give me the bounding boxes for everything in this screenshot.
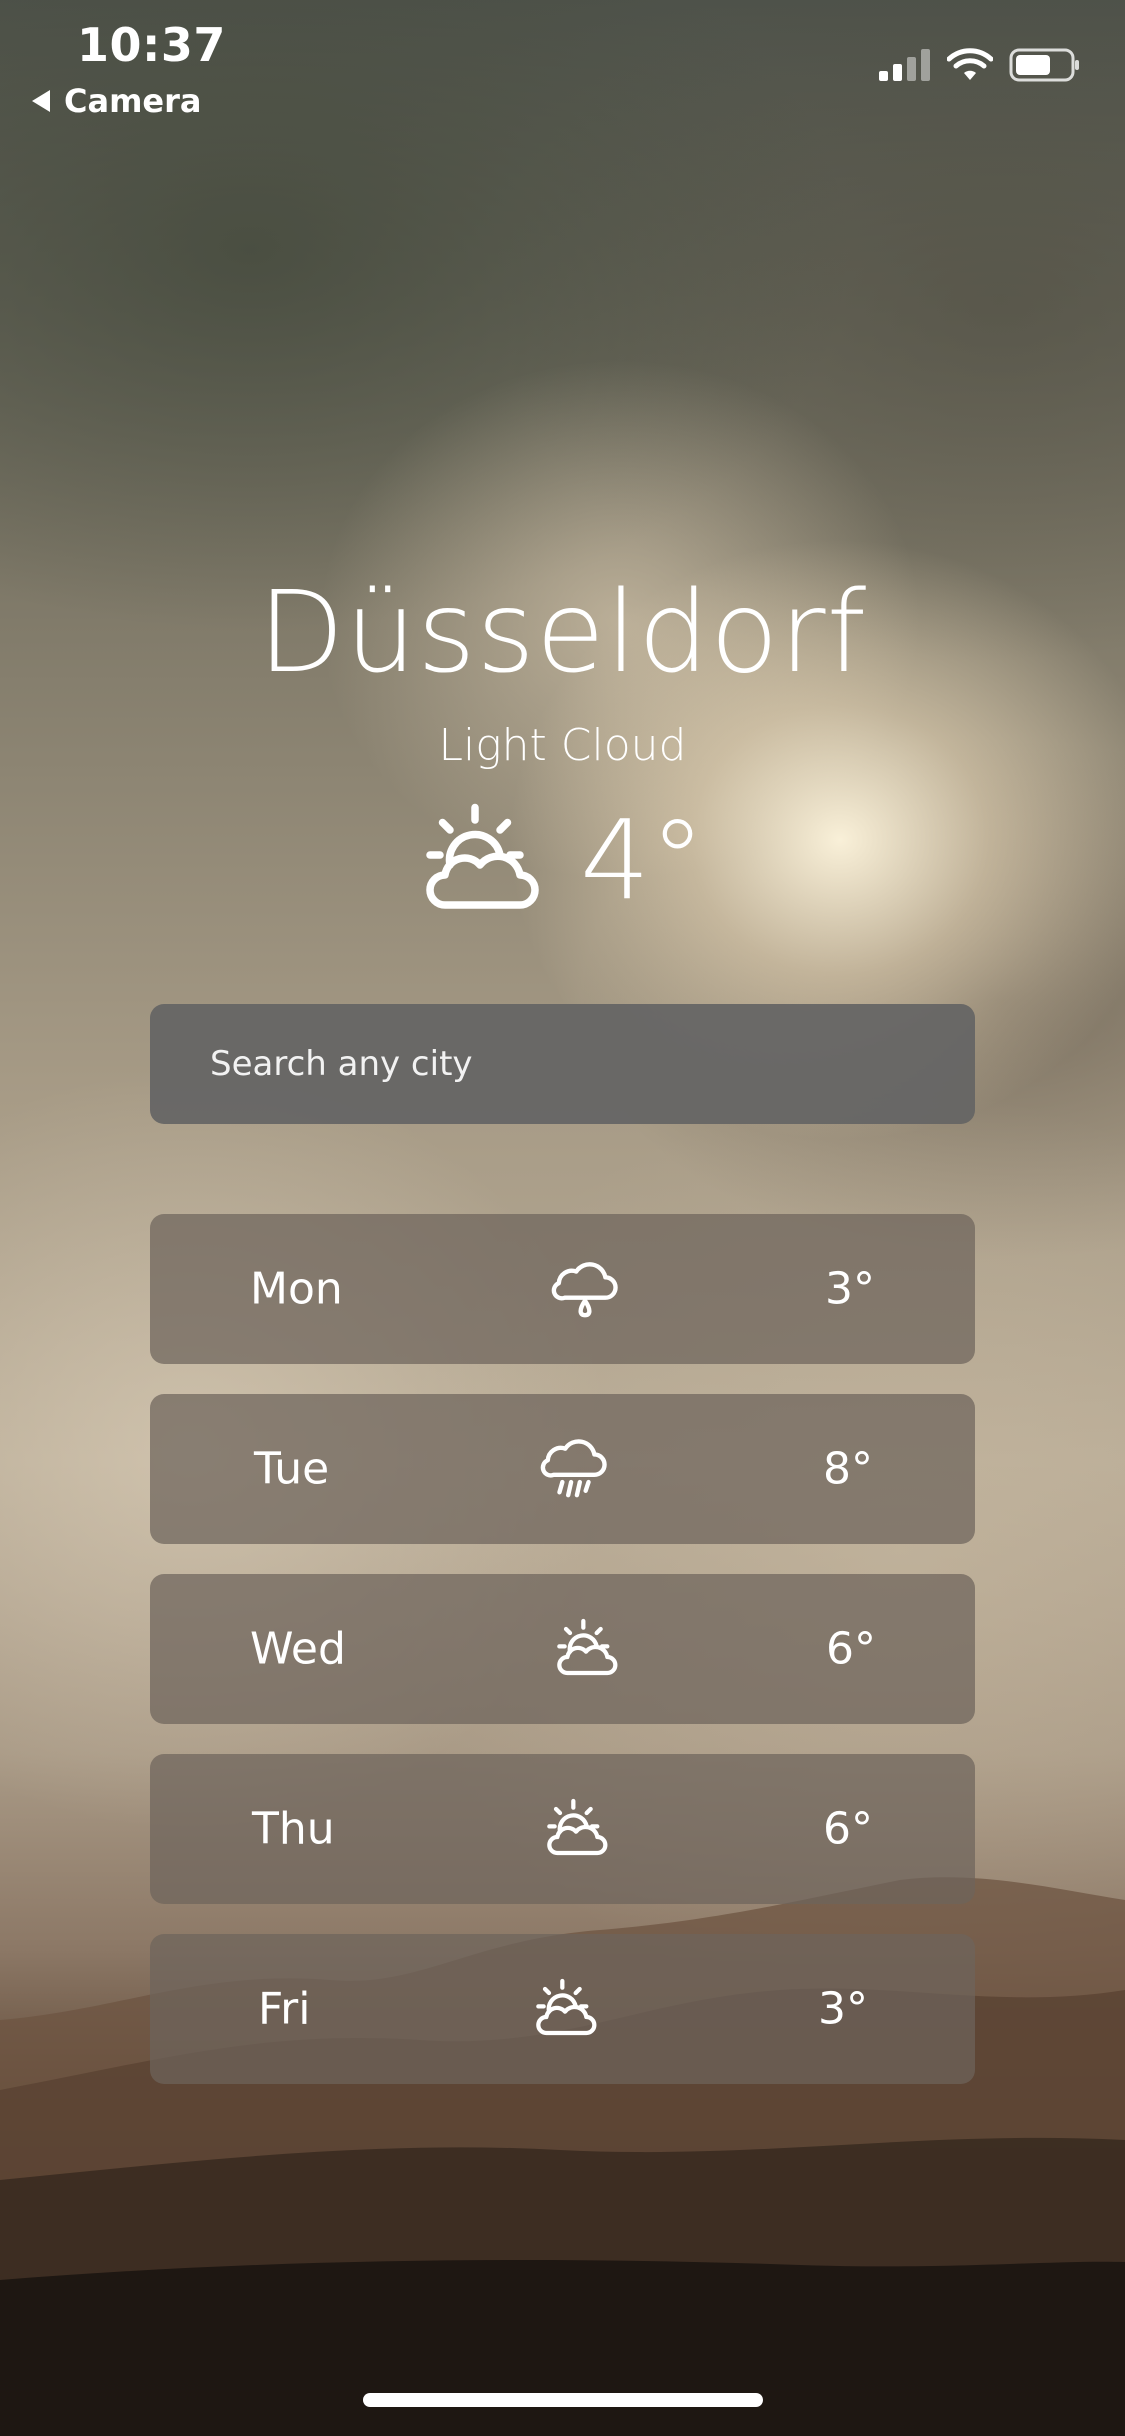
forecast-day: Thu: [252, 1803, 335, 1855]
current-temperature: 4°: [580, 796, 705, 924]
forecast-day: Tue: [254, 1443, 330, 1495]
forecast-day: Mon: [250, 1263, 343, 1315]
back-arrow-icon: [32, 90, 50, 112]
back-to-camera-button[interactable]: Camera: [32, 82, 202, 120]
forecast-temp: 3°: [818, 1983, 868, 2035]
forecast-row-tue[interactable]: Tue 8°: [150, 1394, 975, 1544]
status-bar: 10:37 Camera: [0, 0, 1125, 130]
partly-cloudy-sun-icon: [547, 1798, 608, 1856]
cloud-rain-drop-icon: [551, 1262, 618, 1318]
forecast-row-mon[interactable]: Mon 3°: [150, 1214, 975, 1364]
cellular-signal-icon: [879, 49, 930, 81]
forecast-list: Mon 3° Tue 8° Wed 6° Thu 6° Fri 3°: [150, 1214, 975, 2114]
partly-cloudy-sun-icon: [426, 803, 539, 909]
back-label: Camera: [64, 82, 202, 120]
city-search-input[interactable]: [150, 1004, 975, 1124]
forecast-row-wed[interactable]: Wed 6°: [150, 1574, 975, 1724]
forecast-day: Wed: [250, 1623, 346, 1675]
weather-condition: Light Cloud: [438, 720, 687, 771]
status-time: 10:37: [77, 18, 226, 72]
battery-icon: [1009, 48, 1079, 82]
forecast-day: Fri: [258, 1983, 311, 2035]
wifi-icon: [947, 48, 993, 80]
status-icons: [879, 48, 1081, 82]
partly-cloudy-sun-icon: [557, 1618, 618, 1676]
home-indicator[interactable]: [363, 2393, 763, 2407]
forecast-row-thu[interactable]: Thu 6°: [150, 1754, 975, 1904]
cloud-rain-icon: [540, 1439, 607, 1498]
forecast-temp: 6°: [826, 1623, 876, 1675]
forecast-temp: 6°: [823, 1803, 873, 1855]
partly-cloudy-sun-icon: [536, 1978, 597, 2036]
forecast-temp: 8°: [823, 1443, 873, 1495]
city-name: Düsseldorf: [257, 568, 868, 698]
forecast-row-fri[interactable]: Fri 3°: [150, 1934, 975, 2084]
current-weather: 4°: [0, 800, 1125, 920]
forecast-temp: 3°: [825, 1263, 875, 1315]
